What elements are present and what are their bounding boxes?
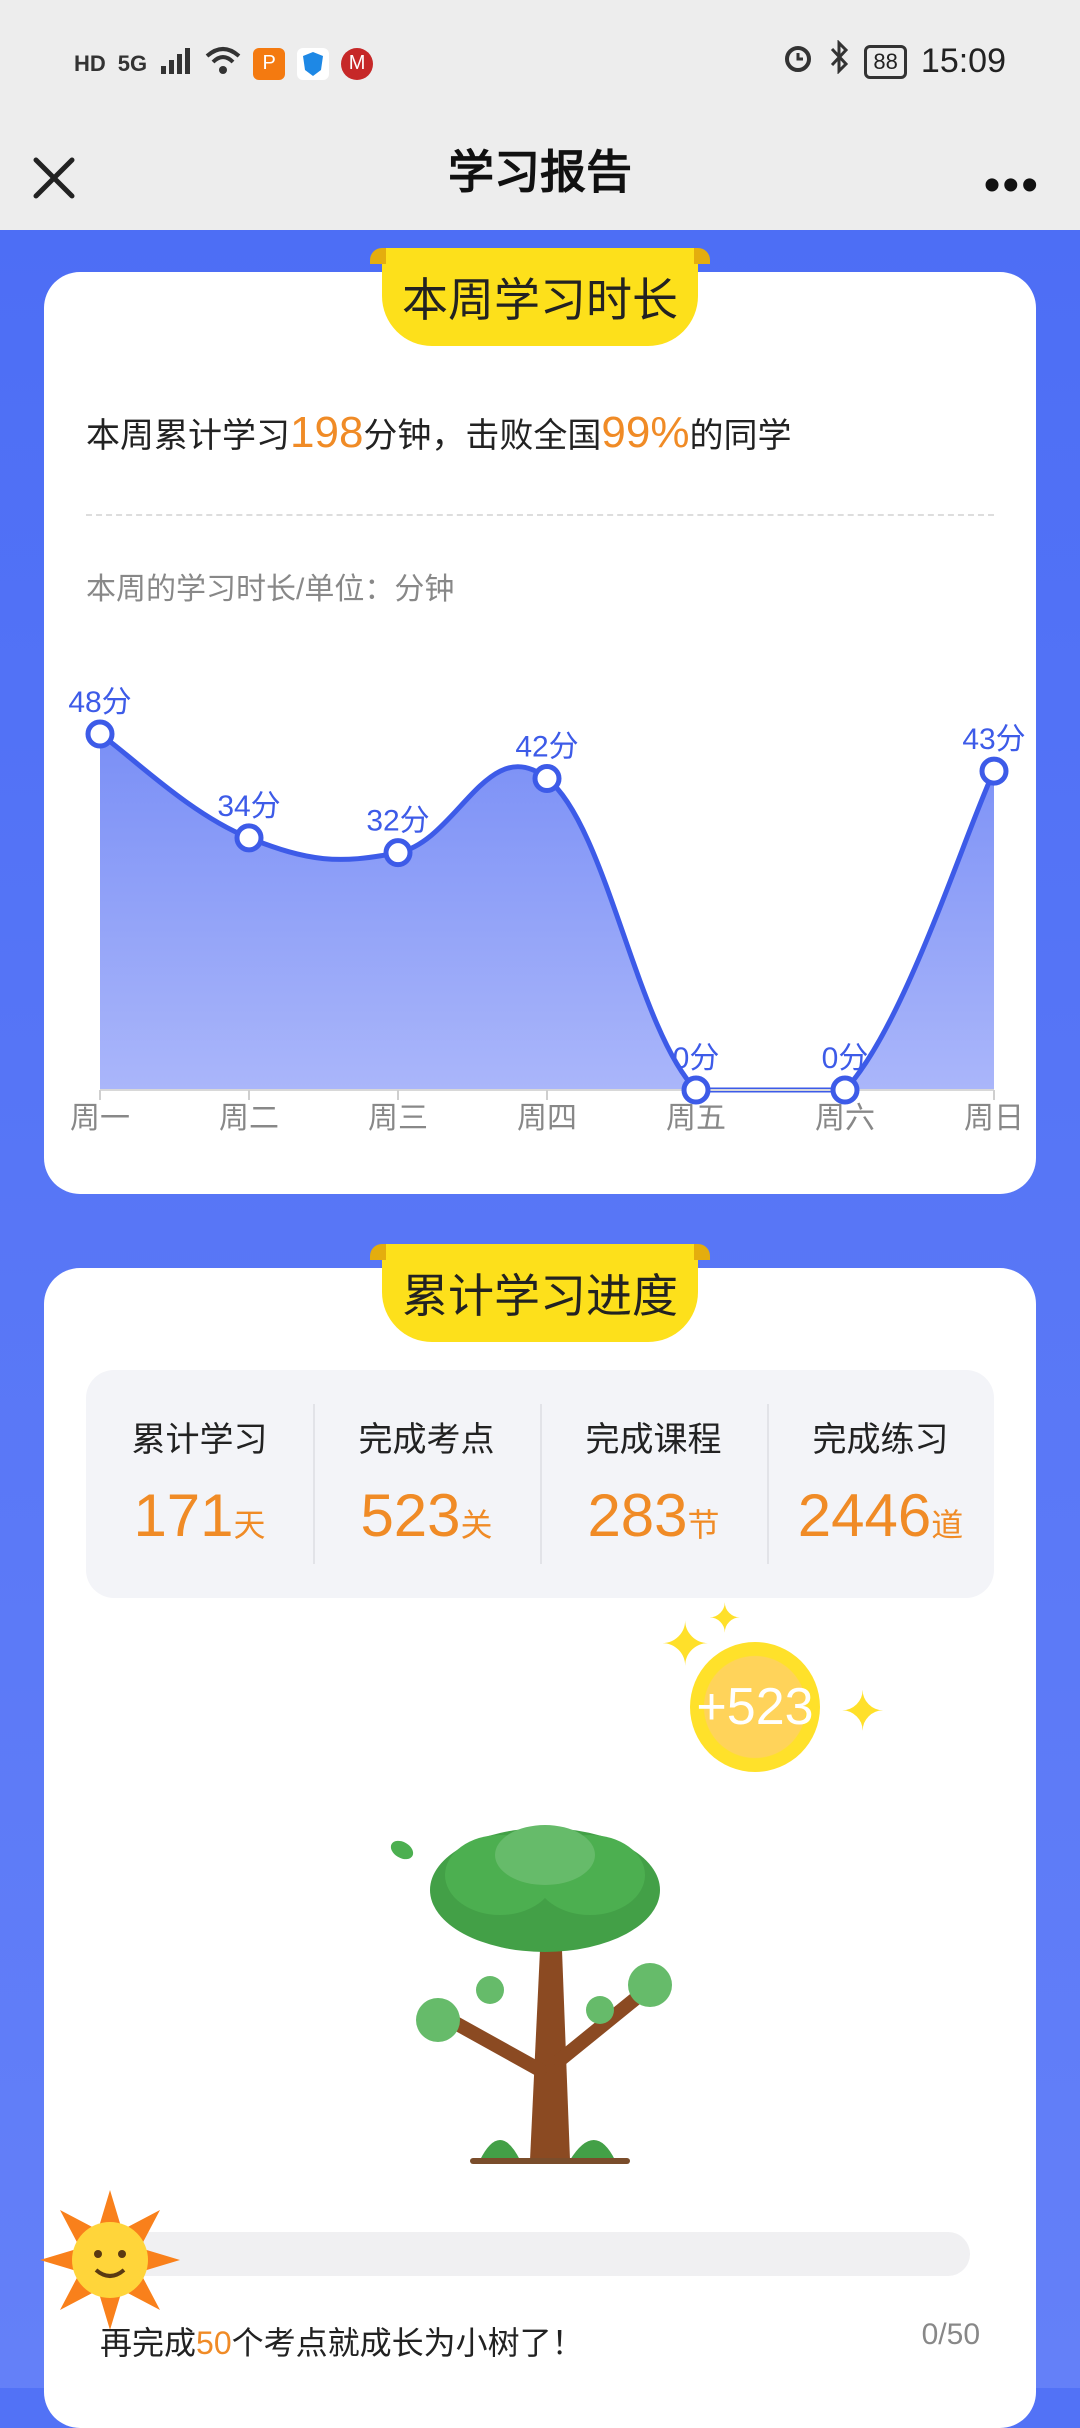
chart-point — [85, 719, 115, 749]
stat-value: 523 — [360, 1482, 461, 1549]
page-title: 学习报告 — [448, 146, 632, 198]
stat-unit: 道 — [931, 1507, 964, 1543]
hint-count: 50 — [196, 2325, 232, 2361]
weekly-summary: 本周累计学习198分钟，击败全国99%的同学 — [86, 408, 792, 458]
chart-category-label: 周四 — [517, 1102, 577, 1135]
status-right: 88 15:09 — [782, 39, 1006, 83]
stat-label: 完成课程 — [585, 1421, 722, 1459]
status-left-icons: HD 5G P M — [74, 46, 374, 81]
signal-icon — [159, 46, 193, 81]
progress-tab-title: 累计学习进度 — [370, 1244, 710, 1342]
hint-suffix: 个考点就成长为小树了！ — [231, 2325, 584, 2361]
stat-value: 283 — [587, 1482, 688, 1549]
stat-value: 171 — [133, 1482, 234, 1549]
sun-icon — [40, 2190, 180, 2330]
stat-courses: 完成课程 283节 — [540, 1370, 767, 1598]
chart-data-label: 34分 — [217, 790, 280, 823]
stat-days: 累计学习 171天 — [86, 1370, 313, 1598]
hd-icon: HD — [74, 50, 106, 76]
summary-mid: 分钟，击败全国 — [363, 417, 602, 455]
battery-indicator: 88 — [864, 44, 907, 79]
wifi-icon — [205, 46, 241, 81]
stat-unit: 天 — [233, 1507, 266, 1543]
chart-data-label: 42分 — [515, 731, 578, 764]
bluetooth-icon — [828, 39, 850, 83]
summary-prefix: 本周累计学习 — [86, 417, 290, 455]
chart-category-label: 周日 — [964, 1102, 1024, 1135]
chart-category-label: 周六 — [815, 1102, 875, 1135]
chart-point — [830, 1075, 860, 1105]
chart-data-label: 0分 — [822, 1042, 869, 1075]
stat-points: 完成考点 523关 — [313, 1370, 540, 1598]
sparkle-icon: ✦ — [708, 1597, 742, 1641]
sparkle-icon: ✦ — [840, 1682, 886, 1742]
growth-hint: 再完成50个考点就成长为小树了！ — [100, 2318, 584, 2364]
chart-category-label: 周三 — [368, 1102, 428, 1135]
chart-data-label: 43分 — [962, 723, 1025, 756]
chart-point — [979, 756, 1009, 786]
stat-label: 累计学习 — [131, 1421, 268, 1459]
stat-exercises: 完成练习 2446道 — [767, 1370, 994, 1598]
beat-percent: 99% — [601, 408, 690, 457]
clock: 15:09 — [920, 42, 1006, 80]
progress-count: 0/50 — [921, 2318, 980, 2351]
more-icon: ••• — [983, 159, 1040, 212]
total-minutes: 198 — [290, 408, 364, 457]
tree-illustration — [390, 1825, 672, 2164]
dashed-divider — [86, 514, 994, 516]
stat-label: 完成考点 — [358, 1421, 495, 1459]
network-type: 5G — [117, 50, 148, 76]
chart-point — [681, 1075, 711, 1105]
chart-data-label: 0分 — [673, 1042, 720, 1075]
coin-reward: ✦ ✦ +523 ✦ — [660, 1597, 900, 1790]
chart-category-label: 周一 — [70, 1102, 130, 1135]
chart-data-label: 48分 — [68, 686, 131, 719]
weekly-area-chart: 48分周一 34分周二 32分周三 42分周四 0分周五 0分周六 43分周日 — [68, 686, 1025, 1135]
nav-bar: 学习报告 ••• — [0, 130, 1080, 230]
summary-suffix: 的同学 — [689, 417, 792, 455]
chart-category-label: 周五 — [666, 1102, 726, 1135]
app-orange-icon: P — [253, 47, 286, 80]
weekly-tab-title: 本周学习时长 — [370, 248, 710, 346]
chart-category-label: 周二 — [219, 1102, 279, 1135]
stat-unit: 节 — [687, 1507, 720, 1543]
more-button[interactable]: ••• — [984, 158, 1040, 213]
stat-value: 2446 — [797, 1482, 932, 1549]
chart-point — [383, 838, 413, 868]
chart-caption: 本周的学习时长/单位：分钟 — [86, 573, 455, 606]
status-bar: HD 5G P M 88 15:09 — [0, 0, 1080, 130]
stat-label: 完成练习 — [812, 1421, 949, 1459]
hint-prefix: 再完成 — [100, 2325, 197, 2361]
app-red-icon: M — [341, 47, 374, 80]
alarm-icon — [782, 41, 814, 82]
stat-unit: 关 — [460, 1507, 493, 1543]
chart-data-label: 32分 — [366, 805, 429, 838]
chart-point — [234, 823, 264, 853]
chart-point — [532, 764, 562, 793]
stats-panel: 累计学习 171天 完成考点 523关 完成课程 283节 完成练习 2446道 — [86, 1370, 994, 1598]
coin-icon: +523 — [690, 1642, 820, 1772]
growth-progress-bar — [110, 2232, 970, 2276]
shield-icon — [297, 47, 330, 80]
